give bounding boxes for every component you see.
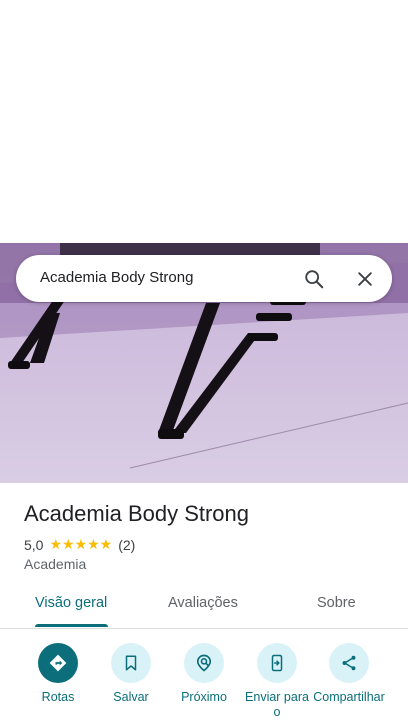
share-icon [329,643,369,683]
close-icon[interactable] [351,265,379,293]
share-button[interactable]: Compartilhar [313,640,385,705]
search-icon[interactable] [300,265,328,293]
save-button[interactable]: Salvar [95,640,167,705]
place-title: Academia Body Strong [24,501,250,526]
review-count: (2) [118,536,136,553]
active-tab-indicator [35,624,108,627]
search-bar[interactable]: Academia Body Strong [16,255,392,302]
tab-reviews[interactable]: Avaliações [168,595,238,611]
rating-value: 5,0 [24,536,44,553]
place-category: Academia [24,556,87,572]
action-buttons: Rotas Salvar Próximo Enviar para o Compa… [0,640,408,726]
send-to-phone-icon [257,643,297,683]
search-input[interactable]: Academia Body Strong [40,269,193,286]
nearby-button[interactable]: Próximo [168,640,240,705]
star-rating: ★★★★★ [49,536,113,552]
share-label: Compartilhar [313,690,385,704]
nearby-icon [184,643,224,683]
directions-label: Rotas [41,690,75,704]
rating-row[interactable]: 5,0 ★★★★★ (2) [24,536,135,553]
directions-button[interactable]: Rotas [22,640,94,705]
tab-bar: Visão geral Avaliações Sobre [0,582,408,629]
send-to-phone-button[interactable]: Enviar para o [241,640,313,720]
nearby-label: Próximo [181,690,227,704]
directions-icon [38,643,78,683]
save-label: Salvar [113,690,149,704]
tab-about[interactable]: Sobre [317,595,356,611]
bookmark-icon [111,643,151,683]
send-to-phone-label: Enviar para o [245,690,309,719]
tab-overview[interactable]: Visão geral [35,595,107,611]
